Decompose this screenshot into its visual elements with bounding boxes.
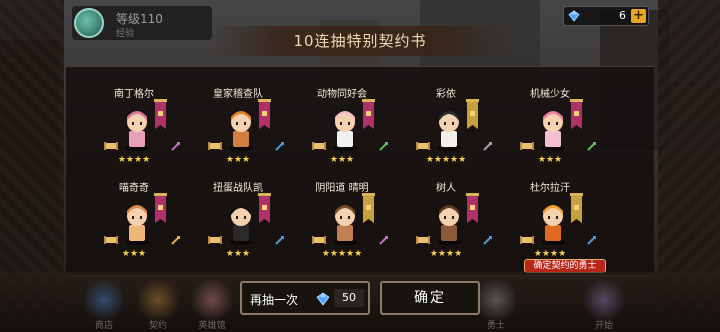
hero-name: 彩依 — [436, 89, 456, 100]
gem-count: 6 — [619, 9, 626, 22]
nav-label: 契约 — [148, 321, 167, 331]
draw-again-cost: 50 — [334, 289, 364, 307]
weapon-icon — [171, 142, 180, 151]
hero-card[interactable]: 动物同好会 ★★★ — [290, 73, 394, 171]
nav-icon[interactable] — [82, 278, 126, 322]
rank-banner-icon — [154, 99, 167, 129]
scroll-icon — [416, 236, 430, 244]
gacha-results-panel: 南丁格尔 ★★★★ 皇家稽查队 ★★★ 动物同好会 ★★★ 彩依 ★★★★★ 机械少女 ★★★ 喵奇… — [66, 66, 654, 276]
hero-card[interactable]: 皇家稽查队 ★★★ — [186, 73, 290, 171]
rank-banner-icon — [466, 99, 479, 129]
scroll-icon — [104, 142, 118, 150]
scroll-icon — [520, 236, 534, 244]
player-info[interactable]: 等级110 经验 — [72, 6, 212, 40]
rank-banner-icon — [466, 193, 479, 223]
hero-name: 树人 — [436, 183, 456, 194]
star-rating: ★★★★ — [117, 155, 151, 165]
rank-banner-icon — [570, 99, 583, 129]
hero-sprite — [125, 111, 149, 151]
hero-sprite — [333, 111, 357, 151]
star-rating: ★★★★★ — [321, 249, 363, 259]
gem-icon — [568, 10, 580, 22]
avatar[interactable] — [74, 8, 104, 38]
star-rating: ★★★★ — [533, 249, 567, 259]
hero-card[interactable]: 机械少女 ★★★ — [498, 73, 602, 171]
hero-name: 喵奇奇 — [119, 183, 149, 194]
confirm-button[interactable]: 确定 — [380, 281, 480, 315]
draw-again-label: 再抽一次 — [250, 293, 299, 307]
gem-currency: 6 + — [563, 6, 649, 26]
weapon-icon — [275, 236, 284, 245]
player-level: 等级110 — [116, 12, 163, 26]
hero-name: 南丁格尔 — [114, 89, 154, 100]
hero-sprite — [541, 205, 565, 245]
scroll-icon — [416, 142, 430, 150]
scroll-icon — [208, 236, 222, 244]
player-subtitle: 经验 — [116, 29, 135, 39]
add-gem-button[interactable]: + — [631, 9, 646, 23]
hero-sprite — [125, 205, 149, 245]
hero-sprite — [437, 205, 461, 245]
hero-name: 杜尔拉汗 — [530, 183, 570, 194]
weapon-icon — [275, 142, 284, 151]
hero-sprite — [229, 205, 253, 245]
gem-icon — [316, 292, 330, 306]
star-rating: ★★★ — [329, 155, 355, 165]
hero-name: 阴阳道 晴明 — [315, 183, 369, 194]
hero-card[interactable]: 树人 ★★★★ — [394, 167, 498, 265]
rank-banner-icon — [362, 99, 375, 129]
hero-card[interactable]: 杜尔拉汗 ★★★★ — [498, 167, 602, 265]
featured-tag: 确定契约的勇士 — [524, 259, 606, 273]
page-title: 10连抽特别契约书 — [210, 26, 510, 56]
hero-sprite — [229, 111, 253, 151]
star-rating: ★★★★ — [429, 249, 463, 259]
hero-card[interactable]: 阴阳道 晴明 ★★★★★ — [290, 167, 394, 265]
weapon-icon — [483, 142, 492, 151]
scroll-icon — [312, 142, 326, 150]
draw-again-button[interactable]: 再抽一次 50 — [240, 281, 370, 315]
weapon-icon — [483, 236, 492, 245]
weapon-icon — [379, 142, 388, 151]
hero-name: 皇家稽查队 — [213, 89, 263, 100]
scroll-icon — [104, 236, 118, 244]
hero-card[interactable]: 扭蛋战队凯 ★★★ — [186, 167, 290, 265]
weapon-icon — [171, 236, 180, 245]
rank-banner-icon — [258, 99, 271, 129]
nav-icon[interactable] — [474, 278, 518, 322]
scroll-icon — [520, 142, 534, 150]
star-rating: ★★★★★ — [425, 155, 467, 165]
nav-label: 开始 — [594, 321, 613, 331]
hero-sprite — [333, 205, 357, 245]
star-rating: ★★★ — [225, 249, 251, 259]
nav-label: 商店 — [94, 321, 113, 331]
star-rating: ★★★ — [537, 155, 563, 165]
hero-sprite — [541, 111, 565, 151]
hero-name: 扭蛋战队凯 — [213, 183, 263, 194]
hero-name: 动物同好会 — [317, 89, 367, 100]
rank-banner-icon — [258, 193, 271, 223]
hero-card[interactable]: 彩依 ★★★★★ — [394, 73, 498, 171]
hero-card[interactable]: 南丁格尔 ★★★★ — [82, 73, 186, 171]
hero-card[interactable]: 喵奇奇 ★★★ — [82, 167, 186, 265]
star-rating: ★★★ — [225, 155, 251, 165]
star-rating: ★★★ — [121, 249, 147, 259]
nav-icon[interactable] — [136, 278, 180, 322]
rank-banner-icon — [362, 193, 375, 223]
weapon-icon — [587, 142, 596, 151]
nav-label: 英雄馆 — [198, 321, 226, 331]
hero-sprite — [437, 111, 461, 151]
rank-banner-icon — [154, 193, 167, 223]
weapon-icon — [587, 236, 596, 245]
nav-icon[interactable] — [190, 278, 234, 322]
scroll-icon — [208, 142, 222, 150]
weapon-icon — [379, 236, 388, 245]
scroll-icon — [312, 236, 326, 244]
hero-name: 机械少女 — [530, 89, 570, 100]
nav-icon[interactable] — [582, 278, 626, 322]
rank-banner-icon — [570, 193, 583, 223]
nav-label: 勇士 — [486, 321, 505, 331]
